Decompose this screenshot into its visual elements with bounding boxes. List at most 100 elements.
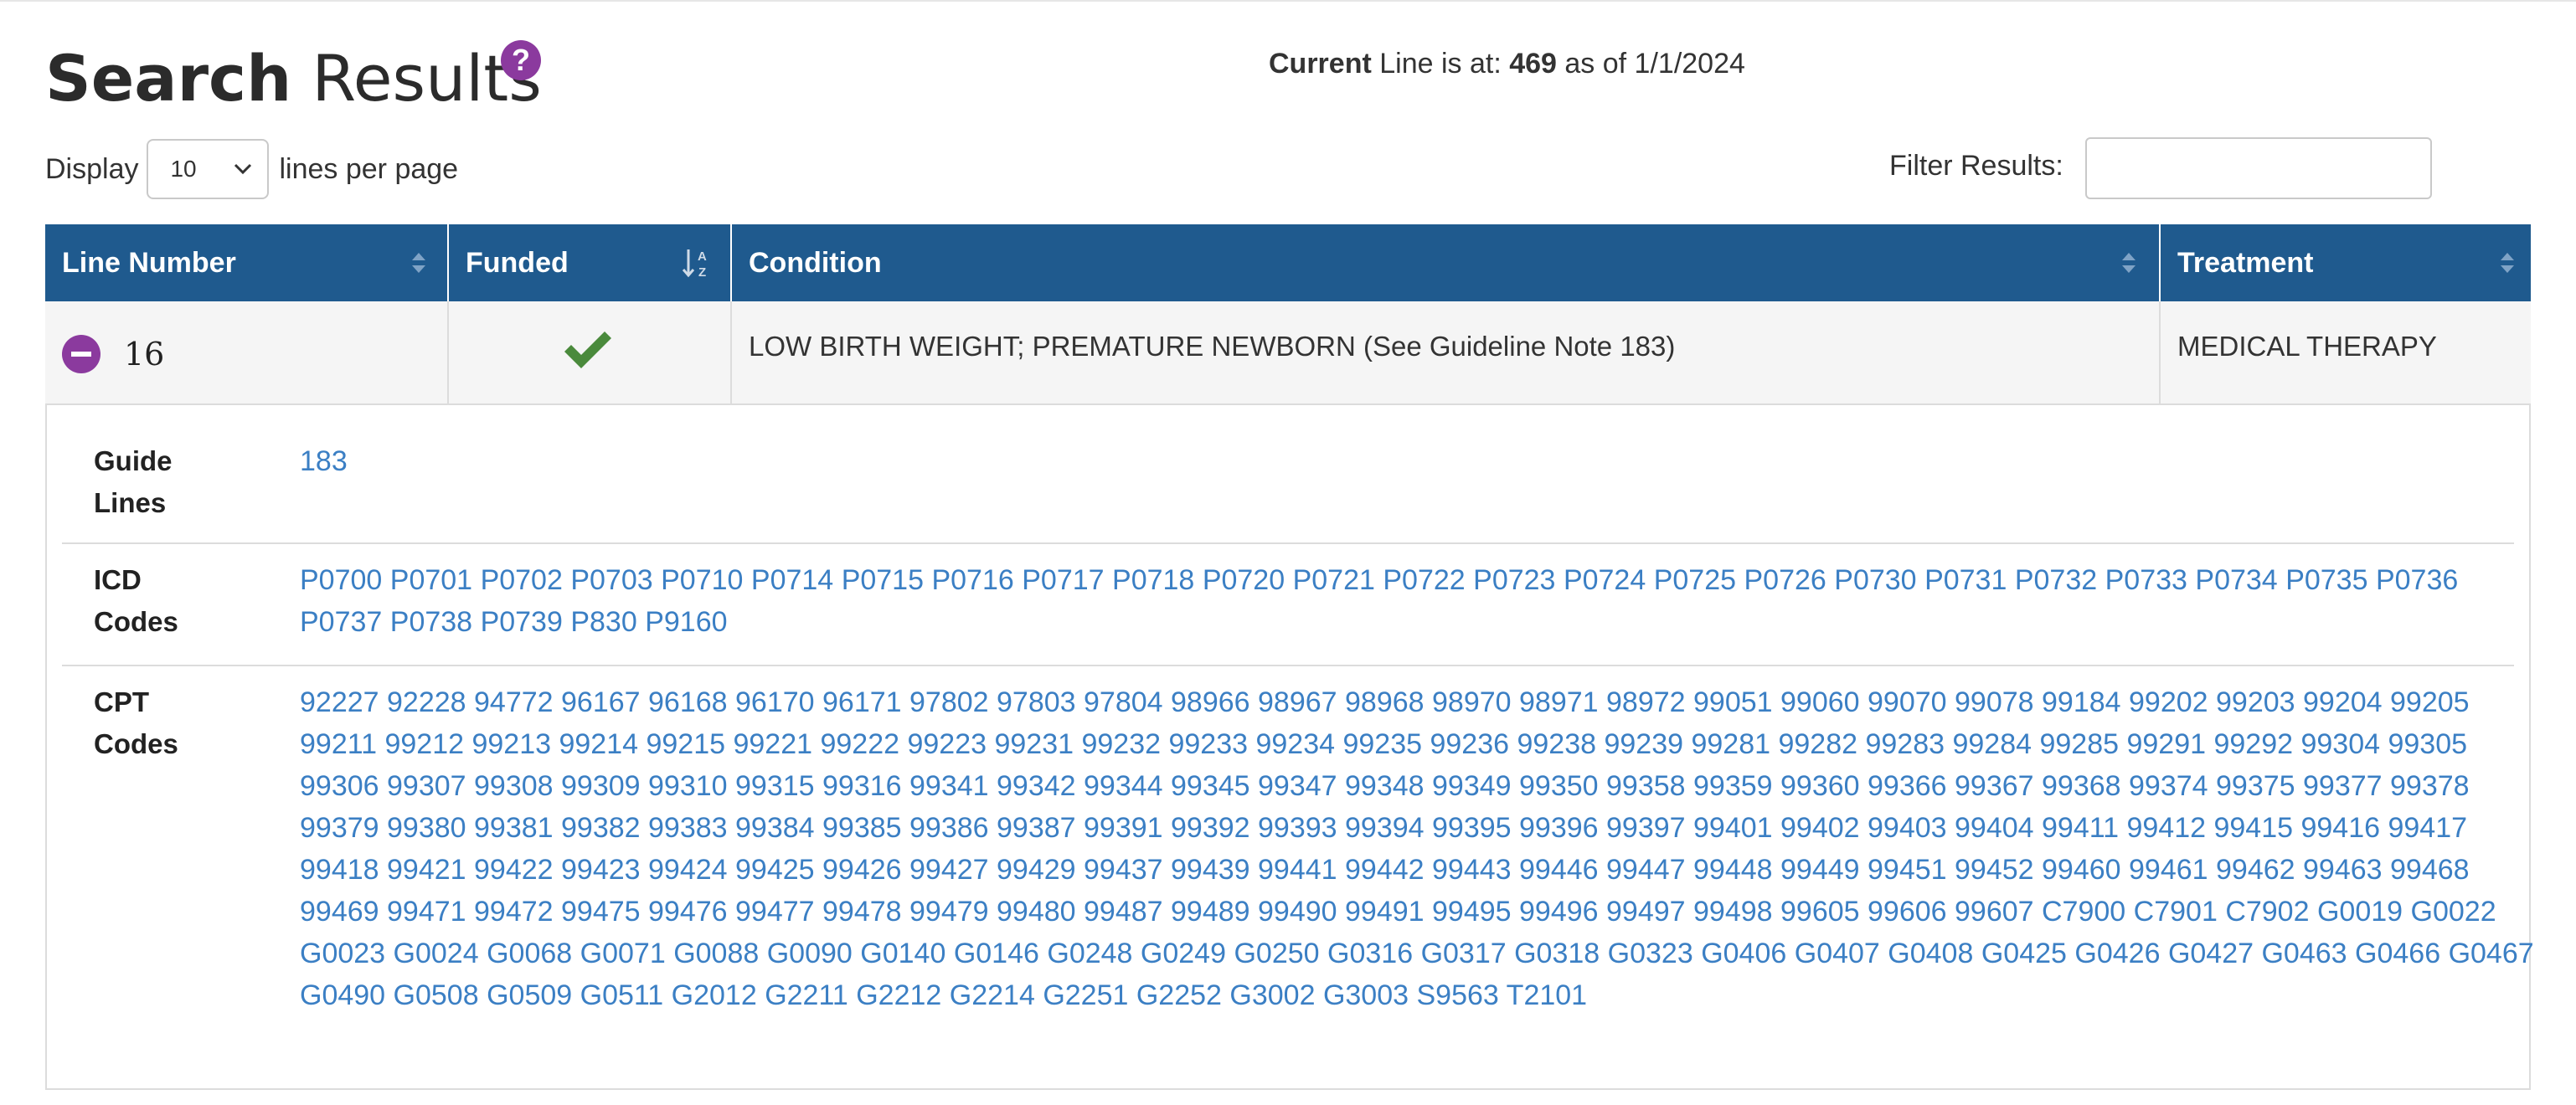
code-link[interactable]: G0318	[1507, 938, 1600, 969]
code-link[interactable]: 99423	[554, 854, 641, 886]
code-link[interactable]: 99478	[815, 896, 902, 928]
code-link[interactable]: 99417	[2380, 812, 2467, 844]
code-link[interactable]: G0140	[853, 938, 945, 969]
code-link[interactable]: 99477	[728, 896, 815, 928]
code-link[interactable]: 99060	[1773, 686, 1860, 718]
code-link[interactable]: 99284	[1945, 728, 2032, 760]
code-link[interactable]: 99345	[1163, 770, 1250, 802]
code-link[interactable]: 99236	[1422, 728, 1509, 760]
code-link[interactable]: 99234	[1248, 728, 1335, 760]
code-link[interactable]: 99347	[1250, 770, 1337, 802]
code-link[interactable]: P0718	[1105, 564, 1194, 596]
code-link[interactable]: 99479	[902, 896, 989, 928]
code-link[interactable]: 99437	[1076, 854, 1163, 886]
code-link[interactable]: 99379	[300, 812, 379, 844]
code-link[interactable]: G3002	[1222, 979, 1315, 1011]
code-link[interactable]: G2012	[663, 979, 757, 1011]
code-link[interactable]: 99429	[989, 854, 1076, 886]
code-link[interactable]: G0466	[2347, 938, 2440, 969]
code-link[interactable]: P0714	[743, 564, 833, 596]
code-link[interactable]: 99291	[2119, 728, 2206, 760]
code-link[interactable]: 99446	[1512, 854, 1599, 886]
code-link[interactable]: G0248	[1039, 938, 1132, 969]
code-link[interactable]: 99349	[1425, 770, 1512, 802]
code-link[interactable]: 99401	[1686, 812, 1773, 844]
code-link[interactable]: 99461	[2121, 854, 2208, 886]
code-link[interactable]: 99452	[1947, 854, 2034, 886]
code-link[interactable]: 99375	[2208, 770, 2295, 802]
code-link[interactable]: 99307	[379, 770, 466, 802]
code-link[interactable]: 99447	[1599, 854, 1686, 886]
code-link[interactable]: 92227	[300, 686, 379, 718]
code-link[interactable]: 96171	[815, 686, 902, 718]
code-link[interactable]: 99223	[899, 728, 987, 760]
code-link[interactable]: 99285	[2032, 728, 2119, 760]
code-link[interactable]: G0088	[666, 938, 759, 969]
code-link[interactable]: P0732	[2007, 564, 2097, 596]
code-link[interactable]: 99394	[1337, 812, 1425, 844]
code-link[interactable]: 99283	[1857, 728, 1945, 760]
code-link[interactable]: 96170	[728, 686, 815, 718]
code-link[interactable]: 183	[300, 445, 348, 477]
code-link[interactable]: C7900	[2034, 896, 2125, 928]
lines-per-page-select[interactable]: 10	[147, 139, 270, 199]
code-link[interactable]: 99222	[812, 728, 899, 760]
code-link[interactable]: T2101	[1499, 979, 1587, 1011]
code-link[interactable]: 99427	[902, 854, 989, 886]
code-link[interactable]: 99305	[2380, 728, 2467, 760]
code-link[interactable]: G2251	[1035, 979, 1128, 1011]
column-header-line-number[interactable]: Line Number	[45, 224, 449, 301]
code-link[interactable]: 98971	[1512, 686, 1599, 718]
code-link[interactable]: 98968	[1337, 686, 1425, 718]
code-link[interactable]: 99316	[815, 770, 902, 802]
code-link[interactable]: 99439	[1163, 854, 1250, 886]
code-link[interactable]: 99214	[551, 728, 638, 760]
code-link[interactable]: P0715	[833, 564, 924, 596]
code-link[interactable]: 99393	[1250, 812, 1337, 844]
code-link[interactable]: P0736	[2368, 564, 2458, 596]
code-link[interactable]: 99491	[1337, 896, 1425, 928]
code-link[interactable]: P0737	[300, 606, 382, 638]
code-link[interactable]: P9160	[637, 606, 727, 638]
code-link[interactable]: 99202	[2121, 686, 2208, 718]
code-link[interactable]: 99489	[1163, 896, 1250, 928]
code-link[interactable]: 99605	[1773, 896, 1860, 928]
code-link[interactable]: 99418	[300, 854, 379, 886]
code-link[interactable]: G0509	[479, 979, 572, 1011]
code-link[interactable]: G0425	[1973, 938, 2067, 969]
code-link[interactable]: 99442	[1337, 854, 1425, 886]
code-link[interactable]: G0467	[2440, 938, 2534, 969]
code-link[interactable]: 99460	[2034, 854, 2121, 886]
code-link[interactable]: 99391	[1076, 812, 1163, 844]
code-link[interactable]: P0720	[1194, 564, 1285, 596]
code-link[interactable]: G2252	[1128, 979, 1222, 1011]
code-link[interactable]: 99424	[641, 854, 728, 886]
code-link[interactable]: P0726	[1736, 564, 1826, 596]
code-link[interactable]: S9563	[1409, 979, 1499, 1011]
code-link[interactable]: 99292	[2206, 728, 2293, 760]
code-link[interactable]: 99304	[2293, 728, 2380, 760]
code-link[interactable]: G0511	[572, 979, 664, 1011]
code-link[interactable]: P0722	[1375, 564, 1465, 596]
code-link[interactable]: 99384	[728, 812, 815, 844]
code-link[interactable]: G2211	[757, 979, 848, 1011]
code-link[interactable]: 98970	[1425, 686, 1512, 718]
code-link[interactable]: 99382	[554, 812, 641, 844]
code-link[interactable]: P0700	[300, 564, 382, 596]
code-link[interactable]: 99374	[2121, 770, 2208, 802]
code-link[interactable]: G0408	[1880, 938, 1973, 969]
code-link[interactable]: G0019	[2310, 896, 2403, 928]
code-link[interactable]: G0250	[1226, 938, 1319, 969]
code-link[interactable]: 99416	[2293, 812, 2380, 844]
code-link[interactable]: G0508	[385, 979, 479, 1011]
filter-results-input[interactable]	[2085, 137, 2432, 199]
code-link[interactable]: 99348	[1337, 770, 1425, 802]
code-link[interactable]: G2214	[941, 979, 1035, 1011]
code-link[interactable]: P830	[563, 606, 636, 638]
code-link[interactable]: 99231	[987, 728, 1074, 760]
code-link[interactable]: 99342	[989, 770, 1076, 802]
code-link[interactable]: 99395	[1425, 812, 1512, 844]
code-link[interactable]: 99233	[1161, 728, 1248, 760]
code-link[interactable]: G0249	[1132, 938, 1226, 969]
code-link[interactable]: 99463	[2295, 854, 2383, 886]
